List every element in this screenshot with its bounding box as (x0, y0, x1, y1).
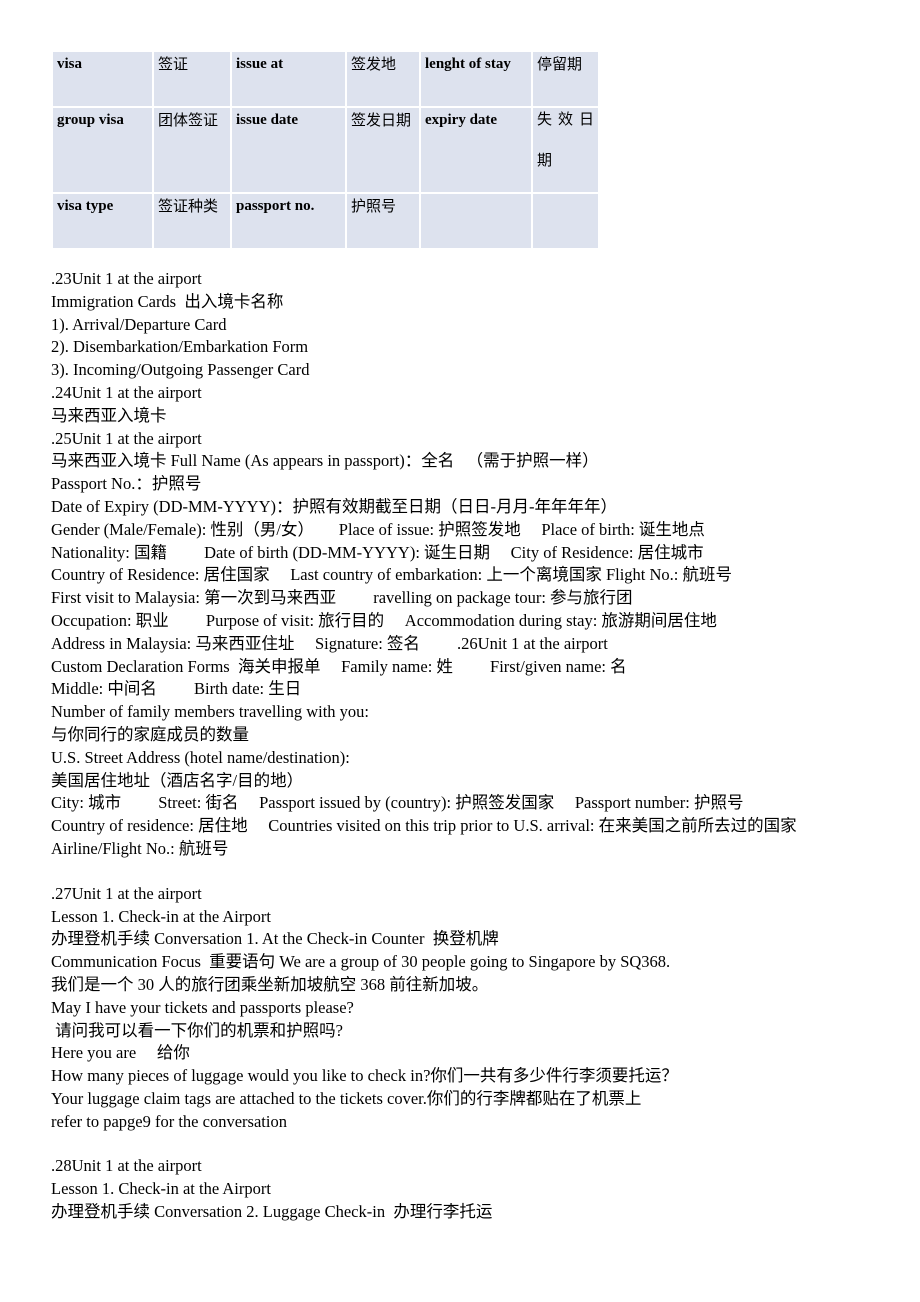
table-cell-length-of-stay-en: lenght of stay (421, 52, 531, 106)
text-line: 马来西亚入境卡 Full Name (As appears in passpor… (51, 451, 599, 471)
table-cell-passport-no-en: passport no. (232, 194, 345, 248)
text-line: First visit to Malaysia: 第一次到马来西亚 ravell… (51, 588, 633, 608)
text-line: 1). Arrival/Departure Card (51, 314, 227, 334)
table-cell-empty-2 (533, 194, 598, 248)
visa-terms-table-body: visa 签证 issue at 签发地 lenght of stay 停留期 … (53, 52, 598, 248)
text-line: Number of family members travelling with… (51, 702, 370, 722)
text-line: 办理登机手续 Conversation 2. Luggage Check-in … (51, 1202, 493, 1222)
text-line: Communication Focus 重要语句 We are a group … (51, 952, 671, 972)
table-cell-expiry-date-zh: 失 效 日 期 (533, 108, 598, 192)
table-cell-expiry-date-zh-line2: 期 (537, 152, 553, 169)
text-line: .27Unit 1 at the airport (51, 883, 202, 903)
text-line: .24Unit 1 at the airport (51, 382, 202, 402)
text-line: U.S. Street Address (hotel name/destinat… (51, 747, 350, 767)
table-cell-passport-no-zh: 护照号 (347, 194, 419, 248)
text-line: Immigration Cards 出入境卡名称 (51, 291, 284, 311)
table-cell-issue-at-zh: 签发地 (347, 52, 419, 106)
text-line: Airline/Flight No.: 航班号 (51, 838, 229, 858)
text-line: Country of Residence: 居住国家 Last country … (51, 565, 733, 585)
text-line: 3). Incoming/Outgoing Passenger Card (51, 360, 310, 380)
text-line: Country of residence: 居住地 Countries visi… (51, 816, 797, 836)
content-block-slide-28: .28Unit 1 at the airport Lesson 1. Check-… (51, 1155, 911, 1223)
text-line: Your luggage claim tags are attached to … (51, 1088, 642, 1108)
text-line: .25Unit 1 at the airport (51, 428, 202, 448)
text-line: Occupation: 职业 Purpose of visit: 旅行目的 Ac… (51, 610, 717, 630)
text-line: Middle: 中间名 Birth date: 生日 (51, 679, 302, 699)
table-row: visa type 签证种类 passport no. 护照号 (53, 194, 598, 248)
table-cell-visa-en: visa (53, 52, 152, 106)
content-block-slide-23-26: .23Unit 1 at the airport Immigration Card… (51, 268, 911, 861)
text-line: Custom Declaration Forms 海关申报单 Family na… (51, 656, 627, 676)
table-row: group visa 团体签证 issue date 签发日期 expiry d… (53, 108, 598, 192)
text-line: Date of Expiry (DD-MM-YYYY)：护照有效期截至日期（日日… (51, 496, 617, 516)
text-line: 请问我可以看一下你们的机票和护照吗? (51, 1020, 343, 1040)
text-line: Here you are 给你 (51, 1043, 190, 1063)
text-line: 2). Disembarkation/Embarkation Form (51, 337, 309, 357)
document-body: .23Unit 1 at the airport Immigration Card… (51, 268, 911, 1224)
table-cell-issue-date-en: issue date (232, 108, 345, 192)
table-cell-expiry-date-zh-line1: 失 效 日 (537, 112, 594, 128)
text-line: 我们是一个 30 人的旅行团乘坐新加坡航空 368 前往新加坡。 (51, 974, 489, 994)
text-line: 办理登机手续 Conversation 1. At the Check-in C… (51, 929, 499, 949)
table-cell-visa-type-zh: 签证种类 (154, 194, 230, 248)
table-cell-group-visa-zh: 团体签证 (154, 108, 230, 192)
table-cell-empty-1 (421, 194, 531, 248)
text-line: How many pieces of luggage would you lik… (51, 1066, 678, 1086)
text-line: Lesson 1. Check-in at the Airport (51, 906, 271, 926)
text-line: Gender (Male/Female): 性别（男/女） Place of i… (51, 519, 705, 539)
text-line: 美国居住地址（酒店名字/目的地） (51, 770, 304, 790)
table-cell-length-of-stay-zh: 停留期 (533, 52, 598, 106)
text-line: Nationality: 国籍 Date of birth (DD-MM-YYY… (51, 542, 704, 562)
text-line: 马来西亚入境卡 (51, 405, 167, 425)
table-cell-expiry-date-en: expiry date (421, 108, 531, 192)
content-block-slide-27: .27Unit 1 at the airport Lesson 1. Check-… (51, 883, 911, 1134)
table-row: visa 签证 issue at 签发地 lenght of stay 停留期 (53, 52, 598, 106)
document-page: visa 签证 issue at 签发地 lenght of stay 停留期 … (0, 0, 920, 1302)
table-cell-visa-type-en: visa type (53, 194, 152, 248)
table-cell-visa-zh: 签证 (154, 52, 230, 106)
text-line: refer to papge9 for the conversation (51, 1111, 287, 1131)
text-line: Passport No.：护照号 (51, 474, 202, 494)
text-line: 与你同行的家庭成员的数量 (51, 724, 249, 744)
visa-terms-table: visa 签证 issue at 签发地 lenght of stay 停留期 … (51, 50, 600, 250)
text-line: City: 城市 Street: 街名 Passport issued by (… (51, 793, 744, 813)
text-line: .23Unit 1 at the airport (51, 269, 202, 288)
text-line: Lesson 1. Check-in at the Airport (51, 1179, 271, 1199)
table-cell-issue-date-zh: 签发日期 (347, 108, 419, 192)
text-line: Address in Malaysia: 马来西亚住址 Signature: 签… (51, 633, 608, 653)
text-line: .28Unit 1 at the airport (51, 1156, 202, 1176)
table-cell-group-visa-en: group visa (53, 108, 152, 192)
visa-terms-table-container: visa 签证 issue at 签发地 lenght of stay 停留期 … (51, 50, 600, 250)
text-line: May I have your tickets and passports pl… (51, 997, 354, 1017)
table-cell-issue-at-en: issue at (232, 52, 345, 106)
